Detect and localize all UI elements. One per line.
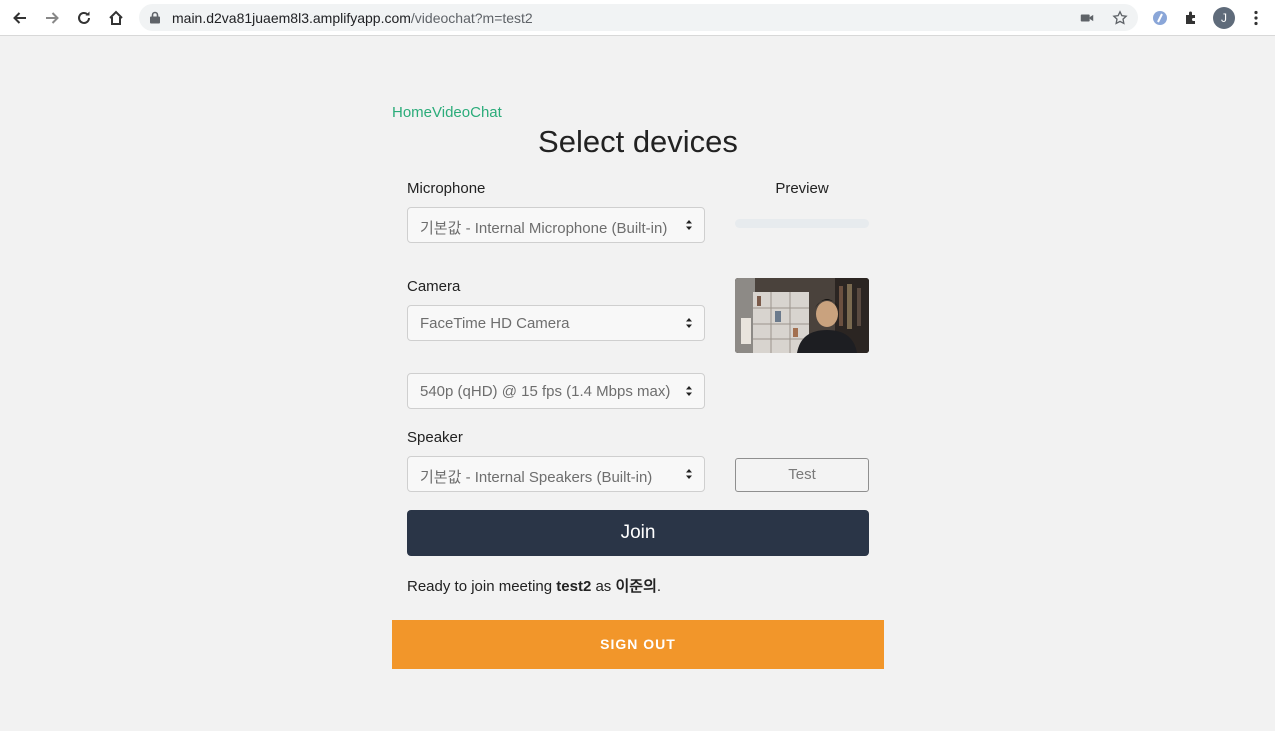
puzzle-icon[interactable]	[1180, 6, 1204, 30]
select-arrows-icon	[686, 318, 692, 328]
url-text: main.d2va81juaem8l3.amplifyapp.com/video…	[172, 10, 533, 26]
page-title: Select devices	[538, 124, 738, 159]
lock-icon	[150, 11, 160, 24]
microphone-select[interactable]: 기본값 - Internal Microphone (Built-in)	[407, 207, 705, 243]
camera-select[interactable]: FaceTime HD Camera	[407, 305, 705, 341]
speaker-label: Speaker	[407, 429, 463, 446]
profile-avatar[interactable]: J	[1212, 6, 1236, 30]
browser-menu-icon[interactable]	[1244, 6, 1268, 30]
forward-icon[interactable]	[40, 6, 64, 30]
home-icon[interactable]	[104, 6, 128, 30]
select-arrows-icon	[686, 386, 692, 396]
extension-icon[interactable]	[1148, 6, 1172, 30]
speaker-test-button[interactable]: Test	[735, 458, 869, 492]
back-icon[interactable]	[8, 6, 32, 30]
meeting-name: test2	[556, 578, 592, 595]
sign-out-button[interactable]: SIGN OUT	[392, 620, 884, 669]
select-arrows-icon	[686, 469, 692, 479]
camera-select-value: FaceTime HD Camera	[420, 315, 570, 332]
video-quality-select-value: 540p (qHD) @ 15 fps (1.4 Mbps max)	[420, 383, 671, 400]
speaker-select-value: 기본값 - Internal Speakers (Built-in)	[420, 469, 653, 486]
select-arrows-icon	[686, 220, 692, 230]
browser-toolbar: main.d2va81juaem8l3.amplifyapp.com/video…	[0, 0, 1275, 36]
camera-label: Camera	[407, 278, 461, 295]
microphone-select-value: 기본값 - Internal Microphone (Built-in)	[420, 220, 668, 237]
microphone-activity-meter	[735, 219, 869, 228]
breadcrumb: HomeVideoChat	[392, 104, 502, 121]
video-quality-select[interactable]: 540p (qHD) @ 15 fps (1.4 Mbps max)	[407, 373, 705, 409]
attendee-name: 이준의	[615, 578, 657, 595]
breadcrumb-home-link[interactable]: Home	[392, 104, 432, 121]
microphone-label: Microphone	[407, 180, 486, 197]
ready-status-text: Ready to join meeting test2 as 이준의.	[407, 578, 662, 595]
preview-label: Preview	[775, 180, 829, 197]
reload-icon[interactable]	[72, 6, 96, 30]
address-bar[interactable]: main.d2va81juaem8l3.amplifyapp.com/video…	[139, 4, 1138, 31]
bookmark-star-icon[interactable]	[1111, 9, 1129, 27]
join-button[interactable]: Join	[407, 510, 869, 556]
speaker-select[interactable]: 기본값 - Internal Speakers (Built-in)	[407, 456, 705, 492]
breadcrumb-videochat-link[interactable]: VideoChat	[432, 104, 502, 121]
camera-preview-video	[735, 278, 869, 353]
camera-permission-icon[interactable]	[1078, 9, 1096, 27]
